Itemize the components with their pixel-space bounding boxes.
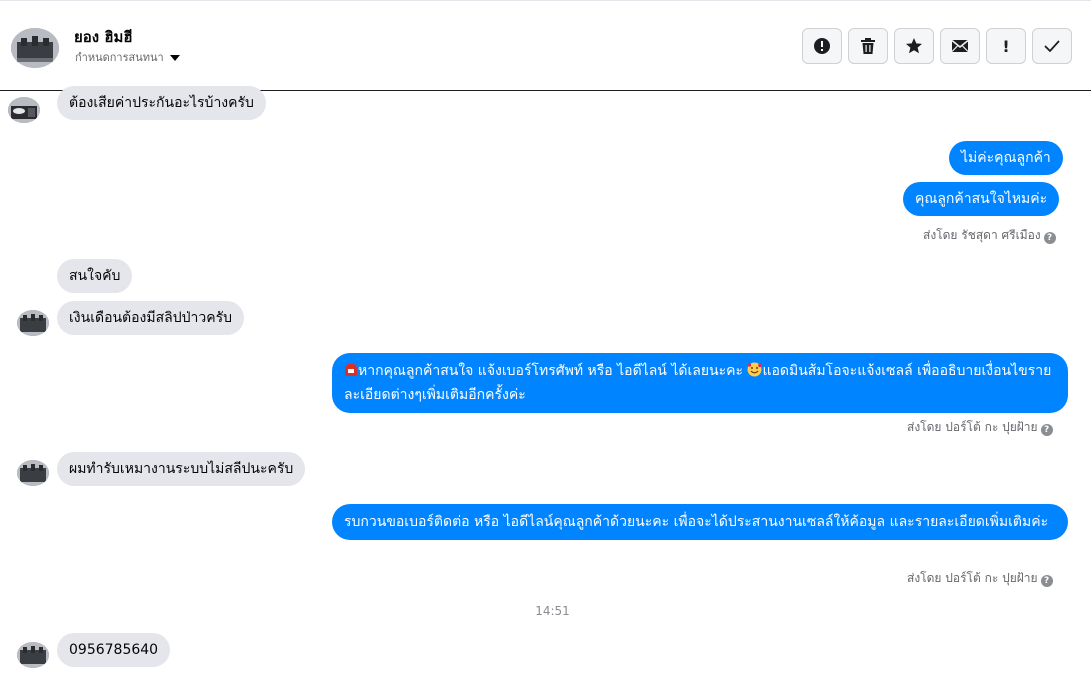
outgoing-message[interactable]: ไม่ค่ะคุณลูกค้า [949, 141, 1063, 175]
outgoing-message[interactable]: รบกวนขอเบอร์ติดต่อ หรือ ไอดีไลน์คุณลูกค้… [332, 504, 1068, 540]
outgoing-message[interactable]: คุณลูกค้าสนใจไหมค่ะ [903, 182, 1060, 216]
outgoing-message[interactable]: หากคุณลูกค้าสนใจ แจ้งเบอร์โทรศัพท์ หรือ … [332, 353, 1068, 413]
message-timestamp: 14:51 [535, 604, 570, 618]
incoming-message[interactable]: สนใจคับ [57, 259, 133, 293]
star-icon [906, 38, 922, 54]
incoming-message[interactable]: เงินเดือนต้องมีสลิปป่าวครับ [57, 301, 245, 335]
report-button[interactable] [802, 28, 842, 64]
envelope-icon [951, 39, 969, 52]
sent-by-text: ส่งโดย ปอร์โต้ กะ ปุยฝ้าย [907, 420, 1038, 434]
sent-by-text: ส่งโดย ปอร์โต้ กะ ปุยฝ้าย [907, 571, 1038, 585]
contact-avatar-small[interactable] [17, 460, 49, 486]
help-icon[interactable]: ? [1040, 424, 1053, 436]
incoming-message[interactable]: 0956785640 [57, 633, 171, 667]
contact-avatar[interactable] [11, 28, 59, 68]
exclamation-icon: ! [1002, 36, 1010, 56]
sent-by-text: ส่งโดย รัชสุดา ศรีเมือง [923, 228, 1041, 242]
alert-circle-icon [814, 38, 830, 54]
mail-button[interactable] [940, 28, 980, 64]
sent-by-label: ส่งโดย รัชสุดา ศรีเมือง? [923, 226, 1056, 245]
contact-name[interactable]: ยอง ฮิมฮี [74, 25, 133, 49]
star-button[interactable] [894, 28, 934, 64]
incoming-message[interactable]: ผมทำรับเหมางานระบบไม่สลีปนะครับ [57, 452, 306, 486]
contact-avatar-small[interactable] [17, 310, 49, 336]
conversation-schedule-dropdown[interactable]: กำหนดการสนทนา [75, 48, 180, 66]
mark-done-button[interactable] [1032, 28, 1072, 64]
check-icon [1044, 40, 1060, 53]
schedule-label: กำหนดการสนทนา [75, 51, 164, 64]
telephone-emoji-icon [344, 362, 358, 384]
help-icon[interactable]: ? [1040, 575, 1053, 587]
trash-icon [861, 38, 875, 54]
mark-important-button[interactable]: ! [986, 28, 1026, 64]
conversation-header: ยอง ฮิมฮี กำหนดการสนทนา ! [0, 1, 1091, 91]
caret-down-icon [169, 55, 180, 61]
help-icon[interactable]: ? [1043, 232, 1056, 244]
sent-by-label: ส่งโดย ปอร์โต้ กะ ปุยฝ้าย? [907, 569, 1053, 588]
delete-button[interactable] [848, 28, 888, 64]
contact-avatar-small[interactable] [8, 97, 40, 123]
sent-by-label: ส่งโดย ปอร์โต้ กะ ปุยฝ้าย? [907, 418, 1053, 437]
incoming-message[interactable]: ต้องเสียค่าประกันอะไรบ้างครับ [57, 86, 266, 120]
contact-avatar-small[interactable] [17, 642, 49, 668]
smiling-hearts-emoji-icon [747, 362, 762, 384]
message-text: หากคุณลูกค้าสนใจ แจ้งเบอร์โทรศัพท์ หรือ … [358, 363, 748, 379]
header-actions: ! [802, 28, 1072, 64]
